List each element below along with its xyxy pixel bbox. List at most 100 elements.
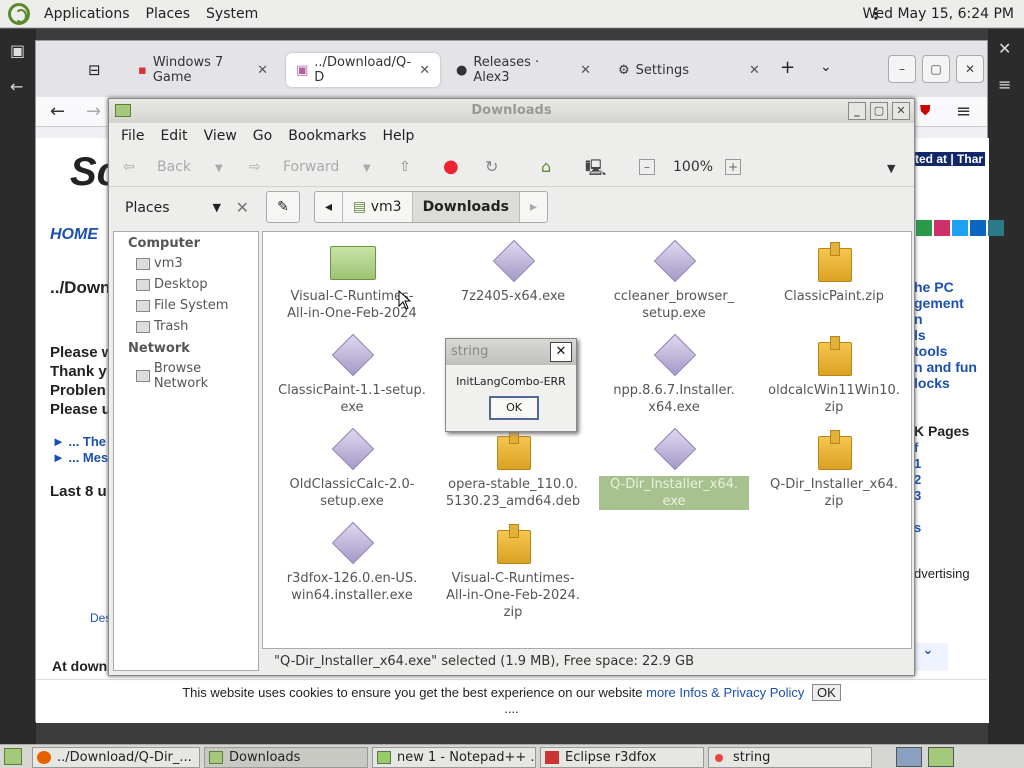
computer-icon[interactable]: 🖳 [585, 157, 606, 184]
page-link[interactable]: tools [914, 343, 947, 359]
mate-logo-icon[interactable] [8, 2, 30, 25]
sidebar-item-filesystem[interactable]: File System [114, 295, 258, 316]
tab-close-icon[interactable]: ✕ [257, 63, 268, 78]
menu-edit[interactable]: Edit [152, 128, 195, 144]
page-link[interactable]: 1 [914, 456, 921, 471]
tab-settings[interactable]: ⚙ Settings ✕ [608, 53, 760, 87]
new-tab-icon[interactable]: + [780, 57, 795, 78]
page-link[interactable]: ► ... The [52, 434, 106, 449]
ublock-icon[interactable]: ⛊ [920, 103, 931, 119]
page-link[interactable]: s [914, 520, 921, 535]
breadcrumb-vm3[interactable]: ▤ vm3 [343, 192, 413, 222]
menu-file[interactable]: File [113, 128, 152, 144]
window-icon[interactable]: ▣ [10, 41, 25, 60]
zoom-in-icon[interactable]: + [725, 159, 741, 175]
share-icon[interactable] [988, 220, 1004, 236]
minimize-button[interactable]: – [888, 55, 916, 83]
forward-button[interactable]: Forward [283, 159, 339, 175]
page-link[interactable]: he PC [914, 279, 954, 295]
reload-icon[interactable]: ↻ [485, 157, 498, 176]
taskbar-item-notepad[interactable]: new 1 - Notepad++ ... [372, 747, 536, 768]
taskbar-item-eclipse[interactable]: Eclipse r3dfox [540, 747, 704, 768]
page-link[interactable]: gement [914, 295, 964, 311]
app-menu-icon[interactable]: ≡ [956, 101, 971, 122]
close-sidebar-icon[interactable]: ✕ [236, 193, 249, 223]
page-link[interactable]: locks [914, 375, 950, 391]
forward-icon[interactable]: → [86, 101, 101, 122]
close-button[interactable]: ✕ [956, 55, 984, 83]
page-link[interactable]: 3 [914, 488, 921, 503]
breadcrumb-forward-icon[interactable]: ▸ [520, 192, 547, 222]
file-item[interactable]: opera-stable_110.0. 5130.23_amd64.deb [438, 426, 588, 510]
workspace-2-icon[interactable] [928, 747, 954, 767]
file-item[interactable]: oldcalcWin11Win10. zip [759, 332, 909, 416]
tab-windows7[interactable]: ▪ Windows 7 Game ✕ [128, 53, 278, 87]
whatsapp-icon[interactable] [916, 220, 932, 236]
toolbar-overflow-icon[interactable]: ▼ [887, 162, 895, 175]
zoom-out-icon[interactable]: – [639, 159, 655, 175]
menu-view[interactable]: View [196, 128, 245, 144]
maximize-button[interactable]: ▢ [922, 55, 950, 83]
sidebar-item-vm3[interactable]: vm3 [114, 253, 258, 274]
page-link[interactable]: ls [914, 327, 926, 343]
sidebar-item-trash[interactable]: Trash [114, 316, 258, 337]
tab-close-icon[interactable]: ✕ [580, 63, 591, 78]
taskbar-item-string[interactable]: string [708, 747, 872, 768]
sidebar-item-desktop[interactable]: Desktop [114, 274, 258, 295]
page-link[interactable]: n [914, 311, 923, 327]
file-item[interactable]: ClassicPaint-1.1-setup. exe [277, 332, 427, 416]
breadcrumb-back-icon[interactable]: ◂ [315, 192, 344, 222]
tab-close-icon[interactable]: ✕ [419, 63, 430, 78]
file-item[interactable]: OldClassicCalc-2.0- setup.exe [277, 426, 427, 510]
hamburger-icon[interactable]: ≡ [998, 75, 1011, 94]
dialog-ok-button[interactable]: OK [489, 396, 539, 420]
home-link[interactable]: HOME [50, 226, 98, 244]
tab-close-icon[interactable]: ✕ [749, 63, 760, 78]
tab-releases[interactable]: ● Releases · Alex3 ✕ [446, 53, 601, 87]
cookie-ok-button[interactable]: OK [812, 684, 841, 701]
menu-applications[interactable]: Applications [36, 6, 138, 22]
page-link[interactable]: 2 [914, 472, 921, 487]
back-arrow-icon[interactable]: ← [10, 77, 23, 96]
forward-dropdown-icon[interactable]: ▼ [363, 163, 371, 174]
instagram-icon[interactable] [934, 220, 950, 236]
home-icon[interactable]: ⌂ [541, 157, 551, 176]
dialog-titlebar[interactable]: string ✕ [446, 339, 576, 365]
stop-icon[interactable]: ● [443, 156, 459, 177]
chevron-down-icon[interactable]: ⌄ [820, 59, 832, 75]
breadcrumb-downloads[interactable]: Downloads [412, 192, 520, 222]
back-dropdown-icon[interactable]: ▼ [215, 163, 223, 174]
taskbar-item-browser[interactable]: ../Download/Q-Dir_... [32, 747, 200, 768]
up-arrow-icon[interactable]: ⇧ [399, 159, 411, 175]
linkedin-icon[interactable] [970, 220, 986, 236]
edit-location-button[interactable]: ✎ [266, 191, 300, 223]
sidebar-item-browse-network[interactable]: Browse Network [114, 358, 258, 394]
tab-overview-icon[interactable]: ⊟ [88, 61, 101, 79]
menu-help[interactable]: Help [374, 128, 422, 144]
back-arrow-icon[interactable]: ⇦ [123, 159, 135, 175]
page-link[interactable]: n and fun [914, 359, 977, 375]
tab-download-qdir[interactable]: ▣ ../Download/Q-D ✕ [286, 53, 440, 87]
workspace-1-icon[interactable] [896, 747, 922, 767]
close-button[interactable]: ✕ [892, 102, 910, 120]
show-desktop-icon[interactable] [4, 748, 22, 765]
twitter-icon[interactable] [952, 220, 968, 236]
forward-arrow-icon[interactable]: ⇨ [249, 159, 261, 175]
dialog-close-button[interactable]: ✕ [550, 342, 572, 362]
maximize-button[interactable]: ▢ [870, 102, 888, 120]
file-item[interactable]: 7z2405-x64.exe [438, 238, 588, 305]
menu-places[interactable]: Places [138, 6, 199, 22]
file-item[interactable]: Q-Dir_Installer_x64. zip [759, 426, 909, 510]
menu-system[interactable]: System [198, 6, 266, 22]
file-item[interactable]: npp.8.6.7.Installer. x64.exe [599, 332, 749, 416]
page-link[interactable]: ► ... Mes [52, 450, 108, 465]
file-item[interactable]: Q-Dir_Installer_x64. exe [599, 426, 749, 510]
places-selector[interactable]: Places ▼ ✕ [115, 193, 253, 223]
privacy-link[interactable]: more Infos & Privacy Policy [646, 685, 804, 700]
back-icon[interactable]: ← [50, 101, 65, 122]
taskbar-item-downloads[interactable]: Downloads [204, 747, 368, 768]
minimize-button[interactable]: _ [848, 102, 866, 120]
menu-go[interactable]: Go [245, 128, 280, 144]
file-item[interactable]: r3dfox-126.0.en-US. win64.installer.exe [277, 520, 427, 604]
menu-bookmarks[interactable]: Bookmarks [280, 128, 374, 144]
